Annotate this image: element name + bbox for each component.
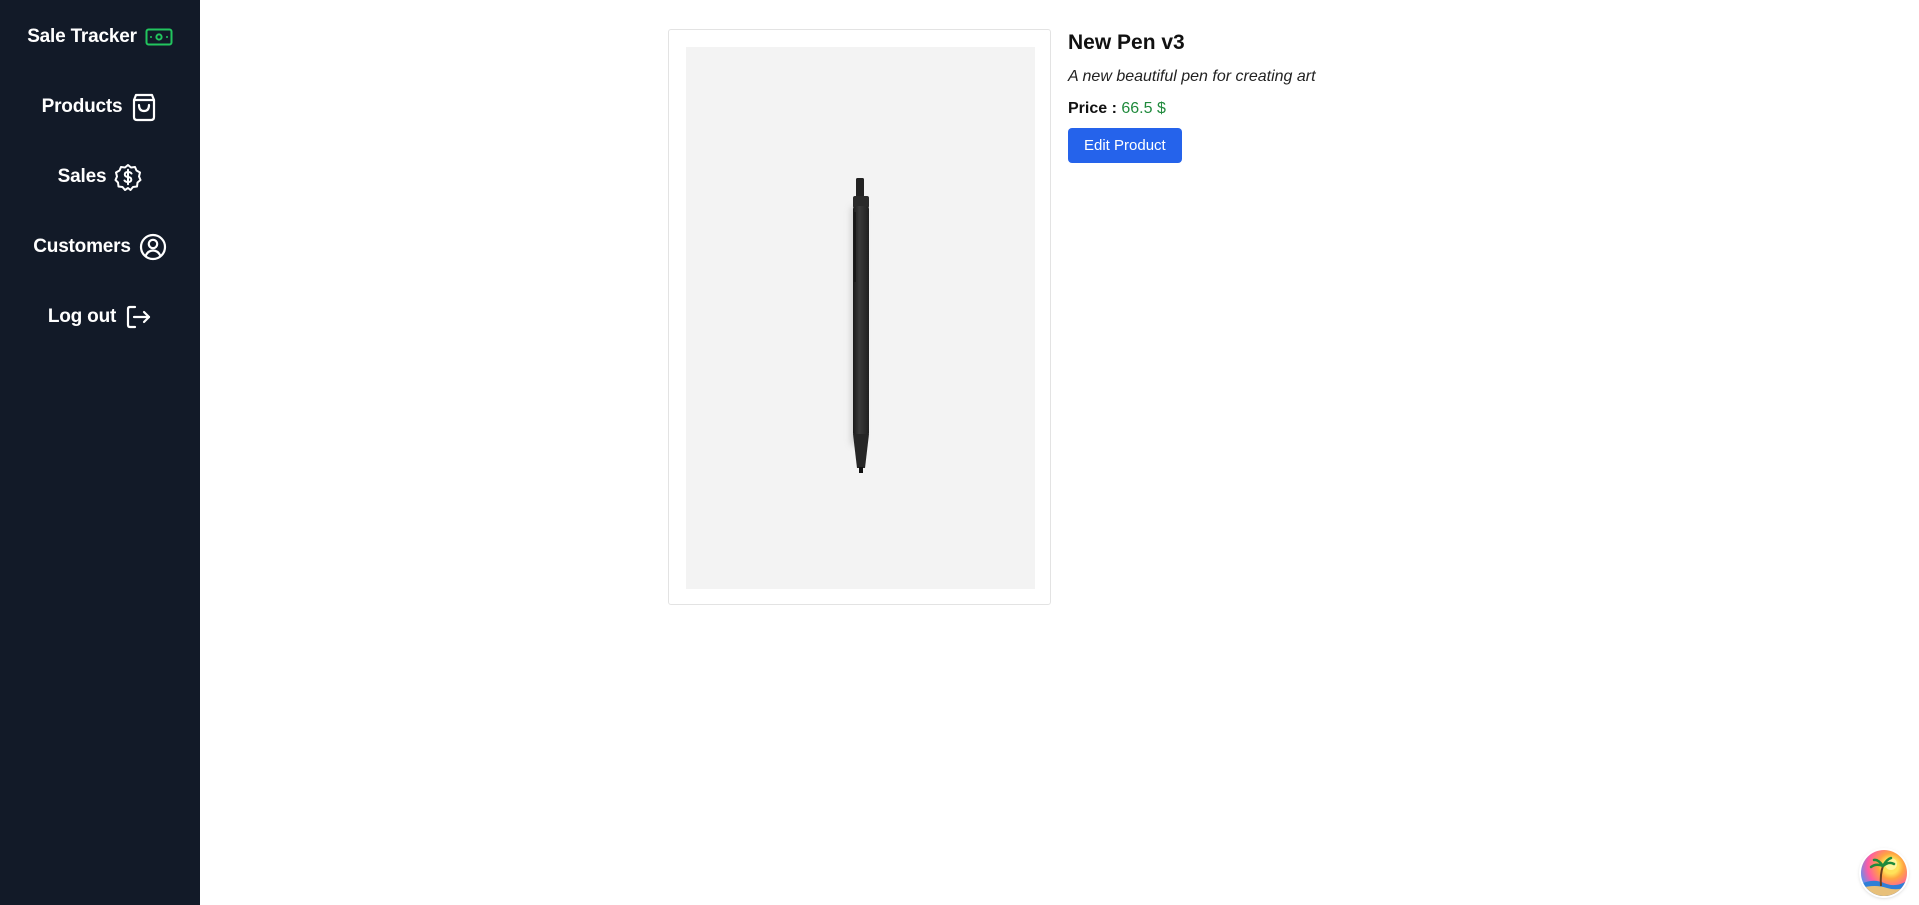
user-circle-icon (139, 233, 167, 261)
price-label: Price : (1068, 100, 1117, 117)
sidebar: Sale Tracker Products Sales Customers Lo… (0, 0, 200, 905)
edit-product-button[interactable]: Edit Product (1068, 128, 1182, 163)
floating-app-icon[interactable] (1861, 850, 1907, 896)
shopping-bag-icon (130, 92, 158, 122)
dollar-badge-icon (114, 163, 142, 191)
pen-image (686, 47, 1035, 589)
product-details: New Pen v3 A new beautiful pen for creat… (1068, 30, 1316, 163)
logout-icon (124, 303, 152, 331)
brand: Sale Tracker (0, 19, 200, 55)
product-image-card (668, 29, 1051, 605)
cash-icon (145, 28, 173, 46)
sidebar-item-logout[interactable]: Log out (0, 299, 200, 335)
sidebar-item-label: Log out (47, 306, 117, 327)
product-description: A new beautiful pen for creating art (1068, 68, 1316, 85)
sidebar-item-label: Sales (57, 166, 107, 187)
sidebar-item-label: Customers (33, 236, 131, 257)
product-title: New Pen v3 (1068, 31, 1185, 54)
sidebar-item-sales[interactable]: Sales (0, 159, 200, 195)
sidebar-item-customers[interactable]: Customers (0, 229, 200, 265)
price-value: 66.5 $ (1121, 100, 1166, 117)
brand-label: Sale Tracker (27, 26, 137, 47)
sidebar-item-label: Products (41, 96, 123, 117)
price-row: Price : 66.5 $ (1068, 99, 1316, 119)
sidebar-item-products[interactable]: Products (0, 89, 200, 125)
